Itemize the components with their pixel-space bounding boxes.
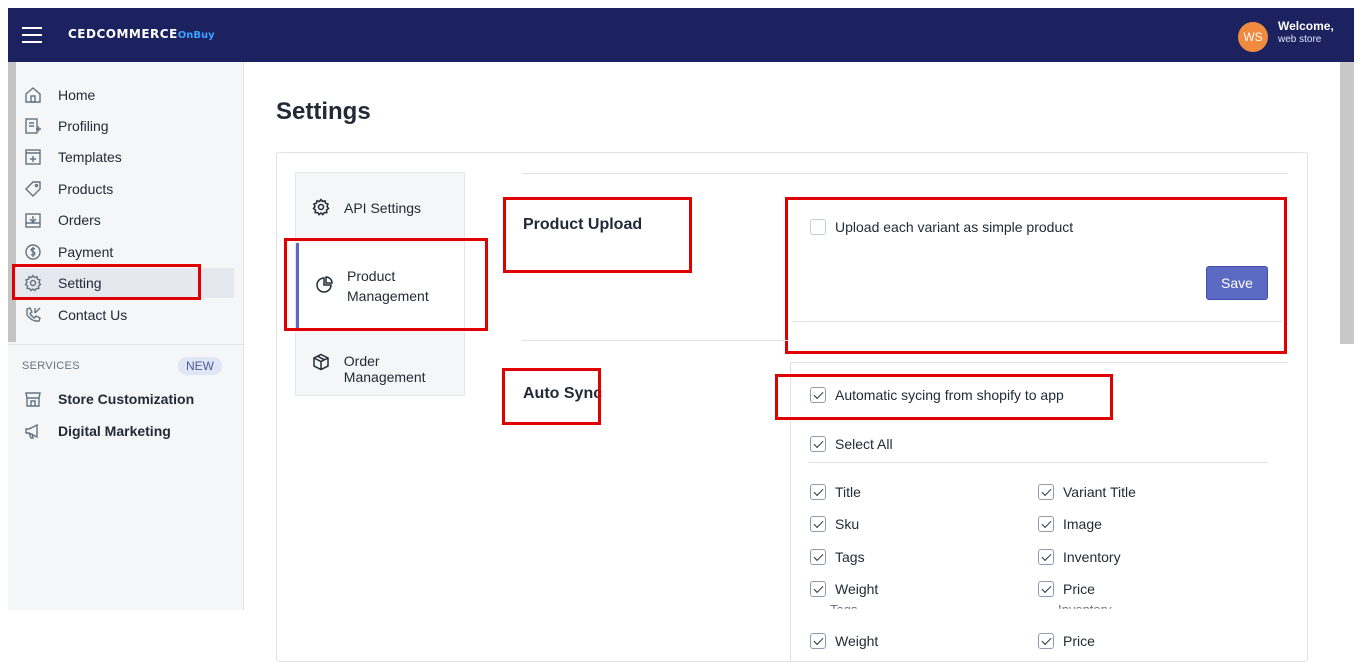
sidebar-item-orders[interactable]: Orders [14, 205, 234, 235]
sync-image-checkbox[interactable]: Image [1038, 516, 1102, 532]
highlight-product-management [284, 238, 488, 331]
page-title: Settings [276, 98, 371, 125]
tag-icon [22, 179, 44, 199]
sidebar-item-templates[interactable]: Templates [14, 142, 234, 172]
sidebar-item-payment[interactable]: Payment [14, 237, 234, 267]
profiling-icon [22, 116, 44, 136]
highlight-auto-sync-checkbox [775, 374, 1113, 420]
tab-order-management[interactable]: Order Management [296, 343, 464, 385]
new-badge: NEW [178, 357, 222, 375]
megaphone-icon [22, 421, 44, 441]
checkbox-label: Sku [835, 516, 860, 532]
highlight-setting [12, 264, 201, 300]
tab-api-settings[interactable]: API Settings [296, 183, 464, 233]
checkbox-box [810, 484, 826, 500]
checkbox-box [810, 633, 826, 649]
checkbox-box [1038, 484, 1054, 500]
sync-price-checkbox[interactable]: Price [1038, 581, 1095, 597]
highlight-product-upload-panel [785, 197, 1287, 354]
app-window: CEDCOMMERCEOnBuy WS Welcome, web store H… [0, 0, 1362, 662]
highlight-product-upload-title [503, 197, 692, 273]
checkbox-label: Variant Title [1063, 484, 1136, 500]
brand-logo[interactable]: CEDCOMMERCEOnBuy [68, 27, 215, 41]
phone-icon [22, 305, 44, 325]
store-icon [22, 389, 44, 409]
sidebar-item-label: Orders [58, 212, 101, 228]
gear-icon [312, 198, 332, 218]
top-bar: CEDCOMMERCEOnBuy WS Welcome, web store [8, 8, 1354, 62]
checkbox-label: Price [1063, 581, 1095, 597]
sidebar-divider [8, 344, 244, 345]
checkbox-label: Price [1063, 633, 1095, 649]
sidebar-item-products[interactable]: Products [14, 174, 234, 204]
sidebar-item-label: Profiling [58, 118, 109, 134]
sync-tags-checkbox[interactable]: Tags [810, 549, 865, 565]
checkbox-box [1038, 549, 1054, 565]
checkbox-box [810, 581, 826, 597]
select-all-checkbox[interactable]: Select All [810, 436, 893, 452]
checkbox-label: Select All [835, 436, 893, 452]
sidebar-item-contact-us[interactable]: Contact Us [14, 300, 234, 330]
tab-label: API Settings [344, 200, 422, 216]
orders-icon [22, 210, 44, 230]
sync-weight-checkbox[interactable]: Weight [810, 581, 878, 597]
sidebar-item-home[interactable]: Home [14, 80, 234, 110]
checkbox-label: Weight [835, 581, 879, 597]
highlight-auto-sync-title [502, 368, 601, 425]
checkbox-label: Weight [835, 633, 879, 649]
welcome-text: Welcome, [1278, 19, 1334, 33]
user-greeting[interactable]: Welcome, web store [1278, 20, 1334, 46]
sync-variant-title-checkbox[interactable]: Variant Title [1038, 484, 1136, 500]
sidebar-item-label: Products [58, 181, 114, 197]
checkbox-label: Title [835, 484, 861, 500]
page-scrollbar[interactable] [1340, 62, 1354, 344]
sync-sku-checkbox[interactable]: Sku [810, 516, 859, 532]
checkbox-label: Inventory [1063, 549, 1121, 565]
section-divider [522, 340, 788, 341]
sidebar-item-label: Home [58, 87, 96, 103]
sidebar-item-profiling[interactable]: Profiling [14, 111, 234, 141]
services-heading: SERVICES [22, 360, 80, 372]
checkbox-box [810, 436, 826, 452]
checkbox-box [1038, 581, 1054, 597]
dollar-icon [22, 242, 44, 262]
brand-name: CEDCOMMERCE [68, 27, 178, 41]
tab-label: Order Management [343, 353, 426, 385]
sidebar-item-label: Templates [58, 149, 122, 165]
sidebar-item-digital-marketing[interactable]: Digital Marketing [14, 416, 234, 446]
sidebar-item-label: Digital Marketing [58, 423, 171, 439]
section-top-divider [522, 173, 1288, 174]
home-icon [22, 85, 44, 105]
checkbox-label: Image [1063, 516, 1102, 532]
templates-icon [22, 147, 44, 167]
checkbox-box [810, 549, 826, 565]
sync-title-checkbox[interactable]: Title [810, 484, 861, 500]
checkbox-label: Tags [835, 549, 865, 565]
sidebar-item-label: Store Customization [58, 391, 195, 407]
sidebar-item-store-customization[interactable]: Store Customization [14, 384, 234, 414]
checkbox-box [810, 516, 826, 532]
sidebar-item-label: Contact Us [58, 307, 128, 323]
select-all-divider [808, 462, 1268, 463]
sync-weight-checkbox-repeat[interactable]: Weight [810, 633, 878, 649]
box-icon [312, 353, 332, 373]
avatar[interactable]: WS [1238, 22, 1268, 52]
user-name: web store [1278, 34, 1322, 45]
sidebar-item-label: Payment [58, 244, 114, 260]
brand-suffix: OnBuy [177, 30, 215, 41]
sync-price-checkbox-repeat[interactable]: Price [1038, 633, 1095, 649]
menu-icon[interactable] [22, 27, 42, 43]
checkbox-box [1038, 633, 1054, 649]
checkbox-box [1038, 516, 1054, 532]
sync-inventory-checkbox[interactable]: Inventory [1038, 549, 1121, 565]
